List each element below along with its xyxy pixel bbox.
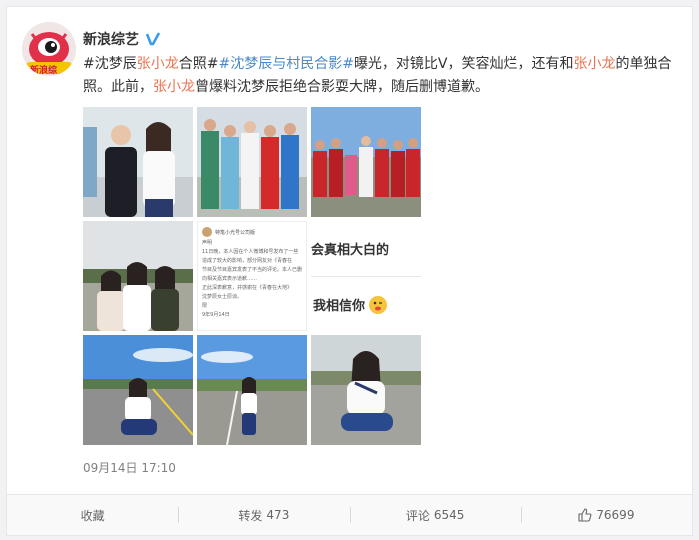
author-row: 新浪综艺 — [83, 29, 161, 49]
content-text: 曝光，对镜比V，笑容灿烂，还有和 — [353, 56, 574, 72]
doc-line: 限 — [202, 303, 208, 309]
photo-3[interactable] — [311, 107, 421, 217]
photo-7[interactable] — [83, 335, 193, 445]
post-time[interactable]: 09月14日 17:10 — [83, 459, 176, 476]
photo-1[interactable] — [83, 107, 193, 217]
doc-line: 11日晚，本人因在个人微博和号发布了一些 — [202, 249, 299, 255]
mention-link[interactable]: 张小龙 — [153, 79, 195, 95]
like-button[interactable]: 76699 — [520, 495, 692, 535]
doc-line: 特笔小光号公司版 — [215, 229, 256, 236]
screenshot-text-line2: 我相信你 — [313, 299, 366, 314]
wink-emoji-icon — [369, 295, 388, 314]
photo-grid: 特笔小光号公司版 声明 11日晚，本人因在个人微博和号发布了一些 造成了较大的影… — [83, 107, 421, 445]
comment-count: 6545 — [433, 508, 465, 522]
photo-6[interactable]: 会真相大白的 我相信你 — [311, 221, 421, 331]
verified-icon — [145, 32, 161, 46]
thumbs-up-icon — [578, 508, 592, 522]
doc-line: 声明 — [202, 240, 213, 246]
collect-label: 收藏 — [80, 508, 105, 523]
photo-2[interactable] — [197, 107, 307, 217]
content-text: 合照# — [178, 56, 219, 72]
mention-link[interactable]: 张小龙 — [574, 56, 616, 72]
repost-label: 转发 — [238, 508, 263, 523]
avatar-badge-text: 新浪综 — [30, 66, 58, 76]
doc-line: 9年9月14日 — [202, 312, 230, 318]
post-content: #沈梦辰张小龙合照##沈梦辰与村民合影#曝光，对镜比V，笑容灿烂，还有和张小龙的… — [83, 53, 675, 99]
weibo-card: 新浪综 新浪综艺 #沈梦辰张小龙合照##沈梦辰与村民合影#曝光，对镜比V，笑容灿… — [6, 6, 693, 536]
like-count: 76699 — [596, 508, 635, 522]
comment-button[interactable]: 评论 6545 — [349, 495, 521, 535]
collect-button[interactable]: 收藏 — [7, 495, 178, 535]
doc-line: 向相关嘉宾表示道歉…… — [202, 276, 258, 282]
doc-line: 正此深表歉意，并感谢在《青春在大地》 — [202, 285, 293, 291]
content-text: #沈梦辰 — [83, 56, 137, 72]
photo-9[interactable] — [311, 335, 421, 445]
photo-4[interactable] — [83, 221, 193, 331]
action-bar: 收藏 转发 473 评论 6545 76699 — [7, 494, 692, 535]
photo-5[interactable]: 特笔小光号公司版 声明 11日晚，本人因在个人微博和号发布了一些 造成了较大的影… — [197, 221, 307, 331]
author-name[interactable]: 新浪综艺 — [83, 29, 139, 49]
repost-button[interactable]: 转发 473 — [178, 495, 349, 535]
mention-link[interactable]: 张小龙 — [137, 56, 179, 72]
content-text: 曾爆料沈梦辰拒绝合影耍大牌，随后删博道歉。 — [195, 79, 489, 95]
photo-8[interactable] — [197, 335, 307, 445]
topic-link[interactable]: #沈梦辰与村民合影# — [218, 56, 353, 72]
comment-label: 评论 — [405, 508, 430, 523]
screenshot-text-line1: 会真相大白的 — [311, 243, 390, 258]
repost-count: 473 — [266, 508, 290, 522]
doc-line: 节目及节目嘉宾发表了不当的评论。本人已删 — [202, 267, 303, 273]
doc-line: 沈梦辰女士原谅。 — [202, 294, 243, 300]
avatar[interactable]: 新浪综 — [22, 22, 76, 76]
doc-line: 造成了较大的影响，部分网友对《青春在 — [202, 258, 293, 264]
